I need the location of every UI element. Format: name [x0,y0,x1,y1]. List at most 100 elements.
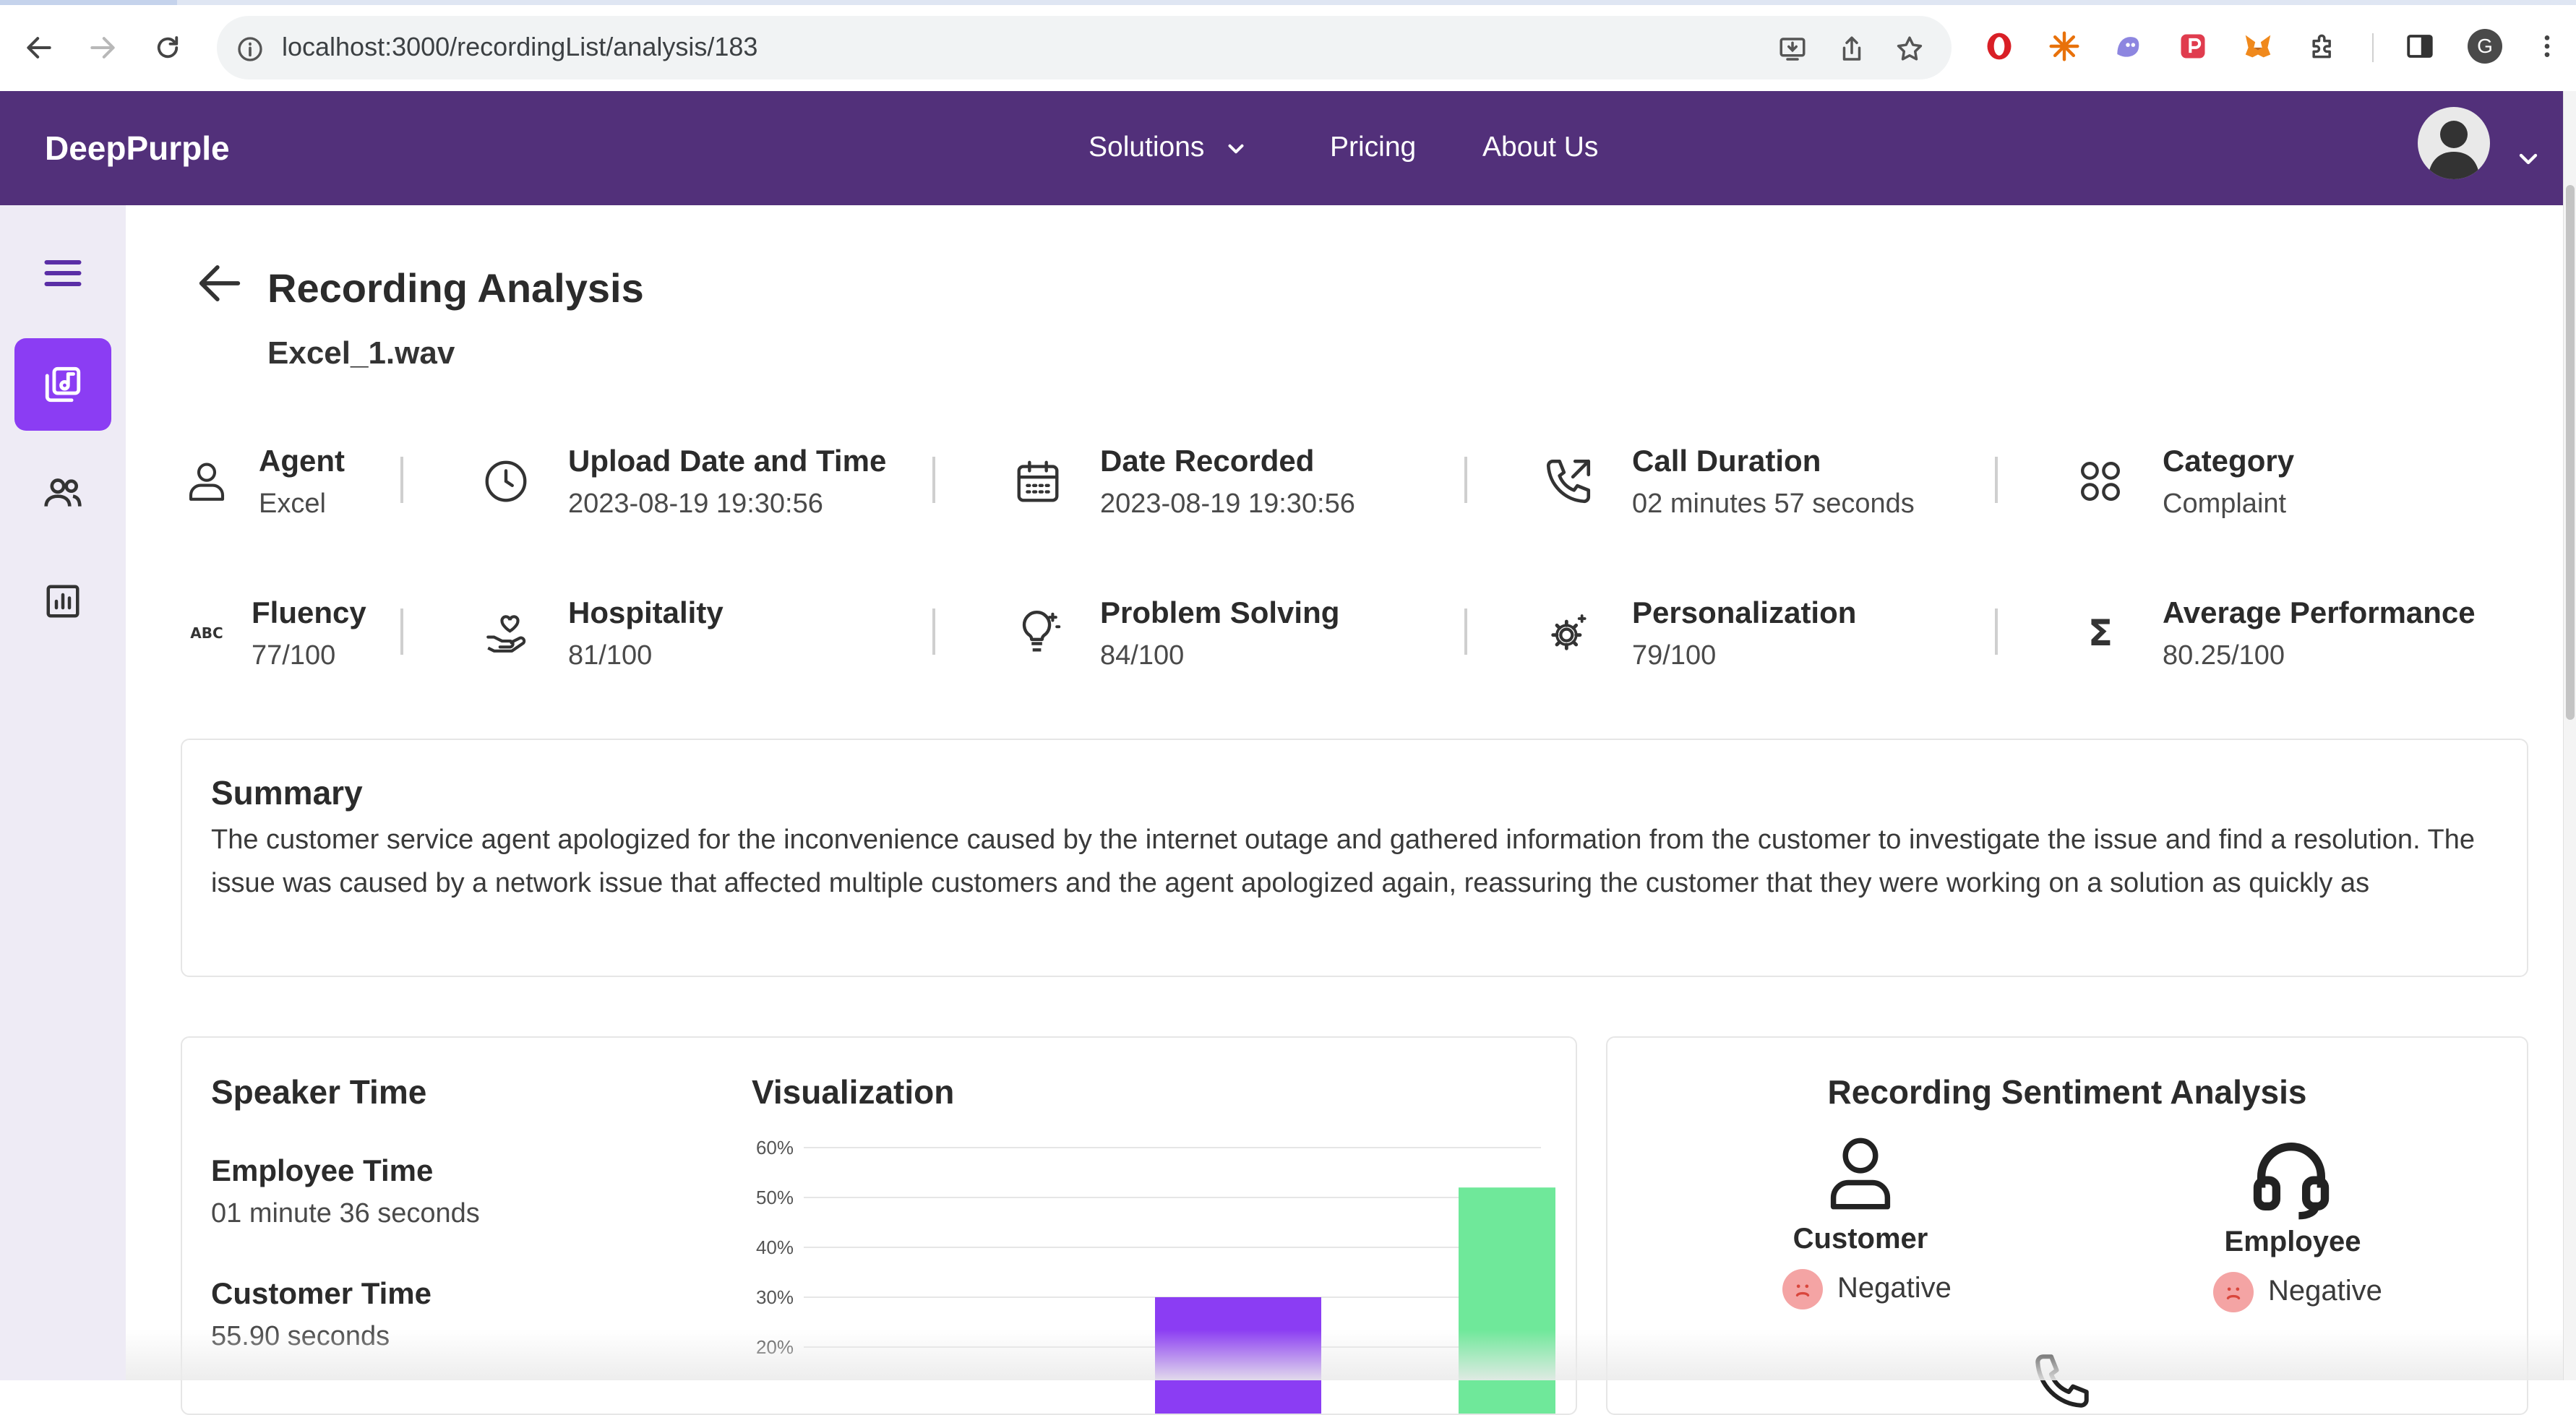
browser-reload-button[interactable] [140,20,195,75]
customer-time-value: 55.90 seconds [211,1321,390,1351]
nav-pricing[interactable]: Pricing [1330,132,1416,163]
sentiment-title: Recording Sentiment Analysis [1827,1073,2307,1111]
sentiment-card: Recording Sentiment Analysis Customer Ne… [1606,1036,2528,1415]
share-icon[interactable] [1834,32,1869,66]
reload-icon [157,36,179,59]
sidebar-item-analytics[interactable] [14,555,111,648]
page-title: Recording Analysis [267,265,644,311]
metric-label: Problem Solving [1100,595,1340,629]
sidebar-menu-toggle[interactable] [14,227,111,319]
sidebar-item-users[interactable] [14,447,111,539]
browser-forward-button[interactable] [75,20,130,75]
chart-bar [1155,1297,1321,1414]
metric-call-duration: Call Duration 02 minutes 57 seconds [1540,436,2045,523]
metric-label: Upload Date and Time [568,444,887,478]
summary-title: Summary [211,774,363,812]
app-header: DeepPurple Solutions Pricing About Us [0,91,2563,205]
metric-divider [1995,608,1998,655]
profile-avatar-button[interactable]: G [2468,29,2502,64]
nav-solutions[interactable]: Solutions [1089,132,1248,163]
toolbar-separator [2372,33,2374,62]
metric-label: Category [2163,444,2295,478]
site-info-icon[interactable] [233,32,267,66]
chart-y-tick-label: 60% [756,1137,794,1158]
speaker-time-card: Speaker Time Employee Time 01 minute 36 … [181,1036,1577,1415]
bar-chart-icon [46,585,80,618]
category-icon [2071,452,2129,510]
sad-face-icon [1782,1269,1823,1309]
scrollbar-thumb[interactable] [2566,185,2575,720]
chevron-down-icon [2519,153,2538,165]
ghost-extension-icon[interactable] [2111,29,2145,64]
calendar-icon [1009,452,1067,510]
address-bar[interactable]: localhost:3000/recordingList/analysis/18… [217,16,1952,79]
metric-value: 79/100 [1632,640,1717,671]
user-avatar[interactable] [2418,107,2490,179]
main-content: Recording Analysis Excel_1.wav Agent Exc… [126,205,2563,1415]
metric-value: 84/100 [1100,640,1185,671]
music-library-icon [45,366,81,403]
customer-time-label: Customer Time [211,1276,432,1310]
phone-outgoing-icon [1540,452,1597,510]
brand-logo-text[interactable]: DeepPurple [45,129,230,168]
nav-solutions-label: Solutions [1089,132,1205,163]
employee-sentiment-value: Negative [2268,1275,2382,1307]
visualization-title: Visualization [752,1073,955,1111]
chart-y-tick-label: 30% [756,1286,794,1308]
metric-label: Fluency [252,595,366,629]
metric-label: Agent [259,444,345,478]
install-app-icon[interactable] [1775,32,1810,66]
metric-value: 80.25/100 [2163,640,2285,671]
metric-fluency: ABC Fluency 77/100 [178,588,467,675]
customer-person-icon [1830,1137,1891,1210]
metric-value: Excel [259,489,326,519]
headset-icon [2253,1143,2330,1220]
lightbulb-icon [1009,604,1067,662]
browser-chrome: localhost:3000/recordingList/analysis/18… [0,0,2576,92]
back-button[interactable] [184,247,256,319]
metric-divider [932,457,935,503]
summary-card: Summary The customer service agent apolo… [181,739,2528,977]
arrow-right-icon [90,37,115,59]
arrow-left-icon [199,264,241,302]
sad-face-icon [2213,1272,2254,1312]
extensions-puzzle-icon[interactable] [2306,29,2340,64]
clock-icon [477,452,535,510]
metric-label: Hospitality [568,595,724,629]
nav-about-us[interactable]: About Us [1482,132,1598,163]
sigma-icon: Σ [2071,604,2129,662]
phone-icon [2035,1354,2089,1408]
page-scrollbar[interactable] [2563,91,2576,1380]
metric-category: Category Complaint [2071,436,2505,523]
metric-divider [1995,457,1998,503]
metric-agent: Agent Excel [178,436,467,523]
visualization-bar-chart: 60% 50% 40% 30% 20% [756,1137,1555,1414]
sidebar [0,205,126,1380]
metric-upload-date: Upload Date and Time 2023-08-19 19:30:56 [477,436,1055,523]
chart-bar [1459,1187,1555,1414]
opera-extension-icon[interactable] [1982,29,2017,64]
metric-hospitality: Hospitality 81/100 [477,588,911,675]
side-panel-icon[interactable] [2403,29,2437,64]
pocket-extension-icon[interactable] [2176,29,2210,64]
bookmark-star-icon[interactable] [1892,32,1927,66]
user-menu-chevron[interactable] [2514,145,2543,177]
metamask-extension-icon[interactable] [2241,29,2275,64]
browser-back-button[interactable] [12,20,66,75]
metric-average-performance: Σ Average Performance 80.25/100 [2071,588,2549,675]
metric-date-recorded: Date Recorded 2023-08-19 19:30:56 [1009,436,1500,523]
metric-problem-solving: Problem Solving 84/100 [1009,588,1472,675]
chart-y-tick-label: 40% [756,1236,794,1258]
metric-divider [400,608,403,655]
sparkle-extension-icon[interactable] [2047,29,2082,64]
metric-divider [932,608,935,655]
speaker-time-title: Speaker Time [211,1073,427,1111]
metric-value: 77/100 [252,640,336,671]
browser-menu-icon[interactable] [2530,29,2564,64]
metric-divider [1464,457,1467,503]
metric-label: Personalization [1632,595,1857,629]
sidebar-item-recordings[interactable] [14,338,111,431]
sigma-icon-text: Σ [2087,612,2113,654]
chevron-down-icon [1228,144,1244,153]
customer-sentiment-value: Negative [1837,1272,1952,1304]
